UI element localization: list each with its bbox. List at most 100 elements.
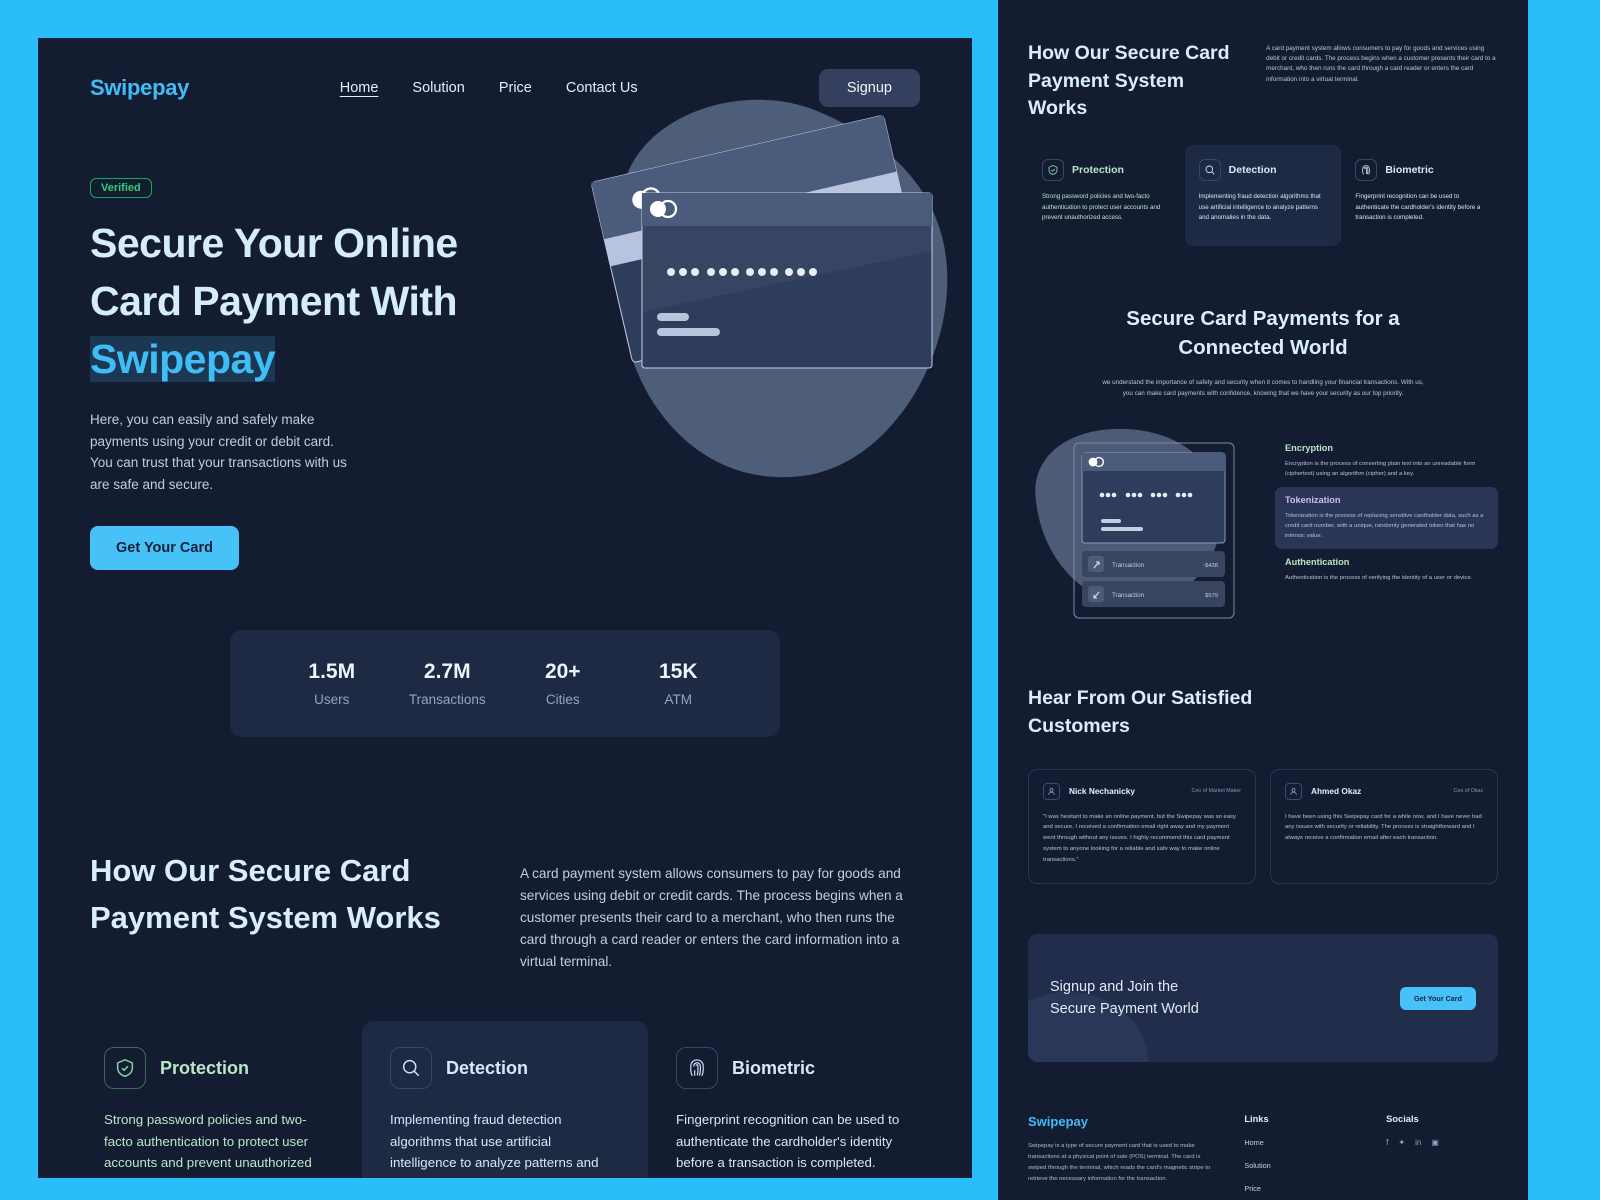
nav-item-home[interactable]: Home bbox=[340, 80, 379, 96]
footer-link-price[interactable]: Price bbox=[1244, 1184, 1356, 1193]
facebook-icon[interactable]: f bbox=[1386, 1138, 1388, 1147]
transaction-row-2[interactable]: Transaction $579 bbox=[1082, 581, 1225, 608]
feature-card-biometric[interactable]: Biometric Fingerprint recognition can be… bbox=[648, 1021, 934, 1178]
how-it-works-paragraph: A card payment system allows consumers t… bbox=[520, 866, 903, 970]
footer-brand-logo: Swipepay bbox=[1028, 1114, 1088, 1130]
testimonial-card: Nick Nechanicky Ceo of Market Maker "I w… bbox=[1028, 768, 1256, 885]
feature-description: Fingerprint recognition can be used to a… bbox=[676, 1112, 900, 1171]
feature-description: Strong password policies and two-facto a… bbox=[1042, 193, 1161, 222]
fingerprint-icon bbox=[676, 1047, 718, 1090]
stat-users: 1.5M Users bbox=[274, 660, 390, 707]
payment-app-mockup: Transaction -$438 Transaction $579 bbox=[1028, 423, 1263, 623]
concept-tokenization[interactable]: Tokenization Tokenization is the process… bbox=[1275, 487, 1498, 550]
stat-value: 20+ bbox=[544, 660, 581, 684]
landing-page-panel-bottom: How Our Secure Card Payment System Works… bbox=[998, 0, 1528, 1200]
concept-description: Encryption is the process of converting … bbox=[1285, 461, 1476, 478]
transaction-row-1[interactable]: Transaction -$438 bbox=[1082, 551, 1225, 578]
twitter-icon[interactable]: ✦ bbox=[1398, 1138, 1405, 1147]
linkedin-icon[interactable]: in bbox=[1415, 1138, 1421, 1147]
concept-title: Tokenization bbox=[1285, 495, 1341, 506]
feature-title: Biometric bbox=[732, 1057, 816, 1078]
testimonial-role: Ceo of Okaz bbox=[1453, 788, 1483, 795]
connected-title-line-1: Secure Card Payments for a bbox=[1126, 307, 1400, 331]
footer-brand-block: Swipepay Swipepay is a type of secure pa… bbox=[1028, 1114, 1214, 1200]
feature-description: Implementing fraud detection algorithms … bbox=[1198, 193, 1321, 222]
stat-label: ATM bbox=[664, 692, 693, 708]
design-canvas: Swipepay Home Solution Price Contact Us … bbox=[0, 0, 1600, 1200]
hero-title-highlight: Swipepay bbox=[90, 336, 276, 383]
footer-link-solution[interactable]: Solution bbox=[1244, 1161, 1356, 1170]
shield-check-icon bbox=[1042, 159, 1064, 182]
feature-header: Biometric bbox=[1355, 159, 1484, 182]
concept-encryption[interactable]: Encryption Encryption is the process of … bbox=[1275, 435, 1498, 487]
stat-value: 1.5M bbox=[308, 660, 356, 684]
footer-links-title: Links bbox=[1244, 1114, 1269, 1125]
footer-link-home[interactable]: Home bbox=[1244, 1138, 1356, 1147]
concept-title: Authentication bbox=[1285, 557, 1350, 568]
stat-label: Users bbox=[314, 692, 350, 708]
transaction-label: Transaction bbox=[1112, 592, 1145, 599]
concept-description: Tokenization is the process of replacing… bbox=[1285, 513, 1484, 540]
cta-banner-title: Signup and Join the Secure Payment World bbox=[1050, 976, 1199, 1020]
feature-header: Biometric bbox=[676, 1047, 906, 1090]
feature-description: Strong password policies and two-facto a… bbox=[104, 1112, 312, 1178]
stat-label: Transactions bbox=[408, 692, 486, 708]
testimonial-name: Nick Nechanicky bbox=[1069, 786, 1135, 797]
nav-item-solution[interactable]: Solution bbox=[412, 80, 464, 96]
get-your-card-button[interactable]: Get Your Card bbox=[90, 526, 239, 571]
testimonial-cards: Nick Nechanicky Ceo of Market Maker "I w… bbox=[1028, 768, 1498, 885]
concept-authentication[interactable]: Authentication Authentication is the pro… bbox=[1275, 549, 1498, 591]
feature-title: Protection bbox=[160, 1057, 250, 1078]
how-title-line-2: Payment System Works bbox=[90, 900, 441, 936]
nav-item-price[interactable]: Price bbox=[499, 80, 532, 96]
connected-title-line-2: Connected World bbox=[1178, 336, 1348, 360]
stat-value: 15K bbox=[658, 660, 698, 684]
feature-header: Detection bbox=[1198, 159, 1328, 182]
feature-description: Implementing fraud detection algorithms … bbox=[390, 1112, 599, 1178]
social-icons: f ✦ in ▣ bbox=[1386, 1138, 1498, 1147]
footer: Swipepay Swipepay is a type of secure pa… bbox=[1028, 1062, 1498, 1200]
concept-title: Encryption bbox=[1285, 443, 1333, 454]
how-it-works-paragraph-small: A card payment system allows consumers t… bbox=[1266, 45, 1496, 83]
connected-world-section: Secure Card Payments for a Connected Wor… bbox=[1028, 246, 1498, 399]
feature-card-detection[interactable]: Detection Implementing fraud detection a… bbox=[362, 1021, 648, 1178]
cta-title-line-2: Secure Payment World bbox=[1050, 1001, 1199, 1018]
transaction-amount: $579 bbox=[1205, 593, 1218, 599]
feature-description: Fingerprint recognition can be used to a… bbox=[1355, 193, 1481, 222]
testimonial-card: Ahmed Okaz Ceo of Okaz I have been using… bbox=[1270, 768, 1498, 885]
feature-header: Protection bbox=[104, 1047, 334, 1090]
hero-title-line-2: Card Payment With bbox=[90, 278, 458, 325]
how-title-line-1: How Our Secure Card bbox=[1028, 42, 1230, 64]
footer-about-text: Swipepay is a type of secure payment car… bbox=[1028, 1143, 1211, 1183]
how-it-works-section: How Our Secure Card Payment System Works… bbox=[38, 737, 972, 973]
signup-cta-banner: Signup and Join the Secure Payment World… bbox=[1028, 934, 1498, 1063]
concept-description: Authentication is the process of verifyi… bbox=[1285, 575, 1473, 582]
feature-card-biometric-small[interactable]: Biometric Fingerprint recognition can be… bbox=[1341, 145, 1498, 246]
testimonial-name: Ahmed Okaz bbox=[1311, 786, 1362, 797]
footer-socials-title: Socials bbox=[1386, 1114, 1419, 1125]
cards-svg bbox=[591, 99, 948, 478]
feature-cards-small: Protection Strong password policies and … bbox=[1028, 145, 1498, 247]
feature-title: Detection bbox=[1228, 164, 1277, 177]
footer-links-column: Links Home Solution Price Contact Us bbox=[1244, 1114, 1356, 1200]
feature-title: Detection bbox=[446, 1057, 529, 1078]
how-it-works-section-small: How Our Secure Card Payment System Works… bbox=[1028, 0, 1498, 123]
testimonials-title-line-2: Customers bbox=[1028, 714, 1130, 737]
cta-get-your-card-button[interactable]: Get Your Card bbox=[1399, 986, 1476, 1010]
feature-title: Protection bbox=[1072, 164, 1124, 177]
feature-card-detection-small[interactable]: Detection Implementing fraud detection a… bbox=[1184, 145, 1342, 247]
testimonial-role: Ceo of Market Maker bbox=[1191, 788, 1241, 795]
feature-title: Biometric bbox=[1385, 164, 1434, 177]
mockup-svg: Transaction -$438 Transaction $579 bbox=[1035, 429, 1235, 619]
hero-section: Verified Secure Your Online Card Payment… bbox=[38, 99, 972, 571]
feature-card-protection[interactable]: Protection Strong password policies and … bbox=[76, 1021, 362, 1178]
stat-atm: 15K ATM bbox=[621, 660, 737, 707]
testimonials-section: Hear From Our Satisfied Customers Nick N… bbox=[1028, 623, 1498, 885]
how-title-line-2: Payment System Works bbox=[1028, 69, 1185, 120]
avatar bbox=[1285, 782, 1302, 800]
brand-logo[interactable]: Swipepay bbox=[90, 75, 189, 101]
instagram-icon[interactable]: ▣ bbox=[1431, 1138, 1439, 1147]
testimonial-quote: I have been using this Swipepay card for… bbox=[1285, 813, 1482, 842]
fingerprint-icon bbox=[1355, 159, 1378, 182]
feature-card-protection-small[interactable]: Protection Strong password policies and … bbox=[1028, 145, 1185, 246]
